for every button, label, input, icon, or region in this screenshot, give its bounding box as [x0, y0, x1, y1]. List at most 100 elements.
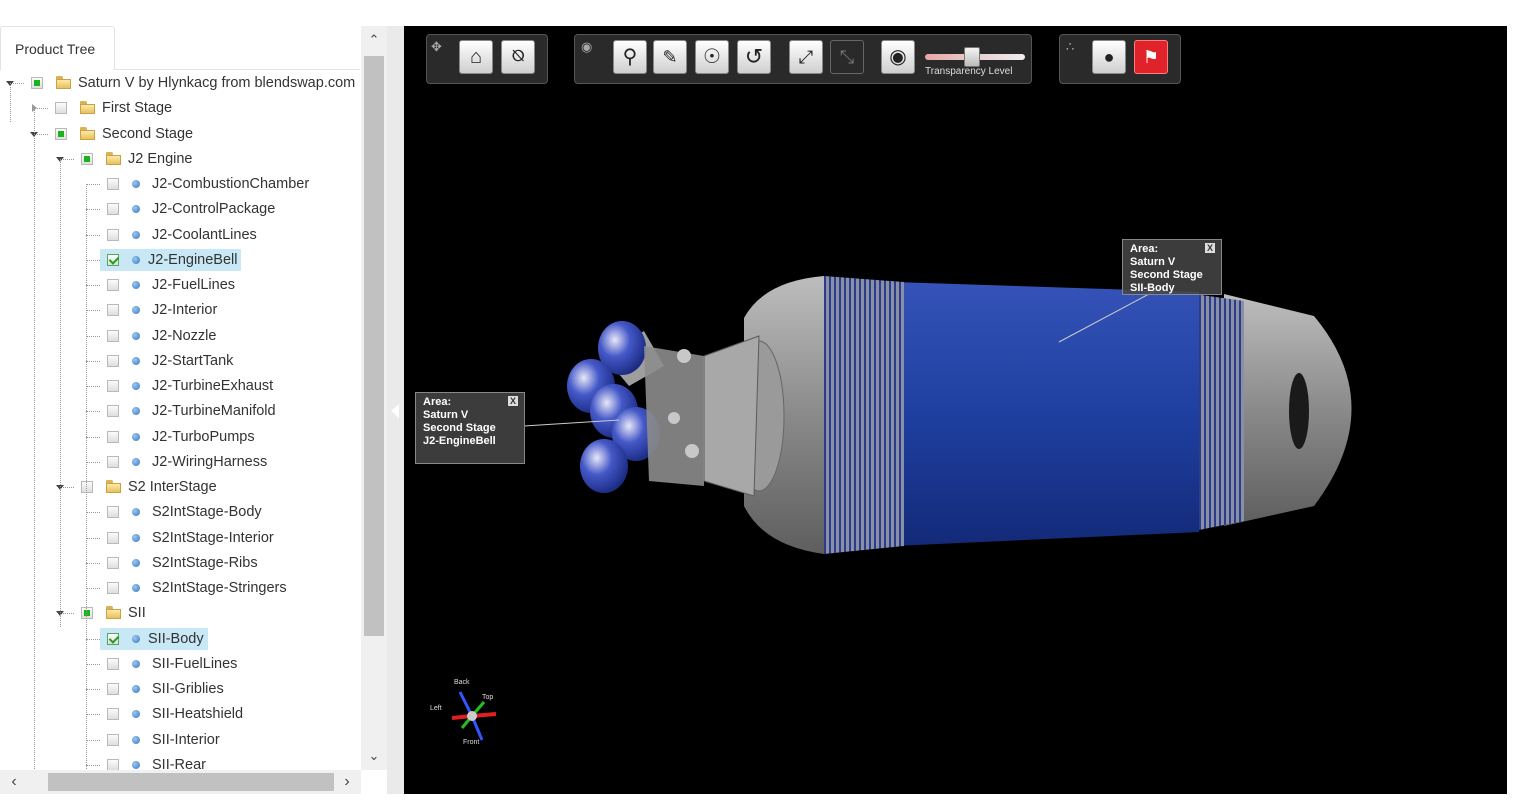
3d-viewer[interactable]: ✥ ⌂ ⦰ ◉ ⚲ ✎ ☉ ↺ ⤢ ⤡ ◉ Transparency Level… [404, 26, 1507, 794]
tree-item-label[interactable]: SII-Interior [148, 729, 224, 751]
tree-part-row[interactable]: J2-EngineBell [0, 248, 360, 271]
horizontal-scroll-thumb[interactable] [48, 773, 334, 791]
tree-item-label[interactable]: S2IntStage-Stringers [148, 577, 291, 599]
tree-part-row[interactable]: J2-StartTank [0, 350, 360, 372]
tree-item-label[interactable]: J2 Engine [124, 148, 197, 170]
scroll-down-icon[interactable]: ⌄ [364, 746, 384, 766]
tree-horizontal-scrollbar[interactable]: ‹ › [0, 770, 361, 794]
tree-part-row[interactable]: S2IntStage-Body [0, 501, 360, 523]
tree-checkbox[interactable] [31, 77, 43, 89]
tree-checkbox[interactable] [107, 632, 119, 645]
tree-folder-row[interactable]: S2 InterStage [0, 476, 360, 498]
saturn-v-model[interactable] [404, 26, 1507, 794]
tree-checkbox[interactable] [107, 683, 119, 695]
tree-item-label[interactable]: J2-Interior [148, 299, 221, 321]
tree-item-label[interactable]: S2IntStage-Interior [148, 527, 278, 549]
tree-item-label[interactable]: J2-WiringHarness [148, 451, 271, 473]
sii-body[interactable] [894, 282, 1199, 546]
tree-item-label[interactable]: J2-TurboPumps [148, 426, 259, 448]
tree-item-label[interactable]: J2-StartTank [148, 350, 237, 372]
collapse-arrow-icon[interactable] [391, 404, 399, 418]
tree-folder-row[interactable]: J2 Engine [0, 148, 360, 170]
tree-item-label[interactable]: SII-Heatshield [148, 703, 247, 725]
tab-product-tree[interactable]: Product Tree [0, 26, 115, 70]
tree-item-label[interactable]: SII-Rear [148, 754, 210, 770]
tree-part-row[interactable]: J2-TurbineExhaust [0, 375, 360, 397]
tree-item-label[interactable]: J2-FuelLines [148, 274, 239, 296]
close-icon[interactable]: X [508, 396, 518, 406]
tree-checkbox[interactable] [107, 279, 119, 291]
vertical-scroll-thumb[interactable] [364, 56, 384, 636]
front-ribbed-ring[interactable] [824, 276, 904, 554]
tree-item-label[interactable]: S2 InterStage [124, 476, 221, 498]
tree-part-row[interactable]: SII-Griblies [0, 678, 360, 700]
tree-checkbox[interactable] [55, 102, 67, 115]
tree-folder-row[interactable]: Saturn V by Hlynkacg from blendswap.com [0, 72, 360, 94]
tree-checkbox[interactable] [107, 329, 119, 342]
tree-item-label[interactable]: J2-ControlPackage [148, 198, 279, 220]
tree-checkbox[interactable] [107, 228, 119, 241]
tree-checkbox[interactable] [107, 354, 119, 367]
j2-engines[interactable] [567, 321, 704, 493]
close-icon[interactable]: X [1205, 243, 1215, 253]
tree-item-label[interactable]: J2-EngineBell [100, 248, 242, 271]
tree-checkbox[interactable] [107, 758, 119, 770]
tree-item-label[interactable]: J2-TurbineExhaust [148, 375, 277, 397]
tree-part-row[interactable]: J2-ControlPackage [0, 198, 360, 220]
panel-collapse-handle[interactable] [387, 26, 404, 794]
tree-checkbox[interactable] [107, 178, 119, 190]
tree-checkbox[interactable] [107, 733, 119, 746]
tree-item-label[interactable]: SII-FuelLines [148, 653, 241, 675]
tree-checkbox[interactable] [107, 253, 119, 266]
tree-checkbox[interactable] [107, 657, 119, 670]
tree-checkbox[interactable] [107, 304, 119, 317]
tree-part-row[interactable]: J2-FuelLines [0, 274, 360, 296]
tree-item-label[interactable]: SII-Griblies [148, 678, 228, 700]
callout-siibody[interactable]: Area: Saturn V Second Stage SII-Body X [1122, 239, 1222, 295]
tree-item-label[interactable]: First Stage [98, 97, 176, 119]
tree-item-label[interactable]: S2IntStage-Body [148, 501, 266, 523]
tree-item-label[interactable]: S2IntStage-Ribs [148, 552, 262, 574]
tree-folder-row[interactable]: Second Stage [0, 123, 360, 145]
tree-checkbox[interactable] [107, 708, 119, 721]
tree-checkbox[interactable] [81, 481, 93, 493]
tree-checkbox[interactable] [107, 531, 119, 544]
engine-nozzle[interactable] [580, 439, 628, 493]
tree-checkbox[interactable] [107, 455, 119, 468]
tree-item-label[interactable]: J2-TurbineManifold [148, 400, 280, 422]
tree-part-row[interactable]: SII-Interior [0, 729, 360, 751]
tree-part-row[interactable]: J2-TurboPumps [0, 426, 360, 448]
tree-part-row[interactable]: SII-Heatshield [0, 703, 360, 725]
tree-part-row[interactable]: J2-CoolantLines [0, 224, 360, 246]
tree-part-row[interactable]: J2-TurbineManifold [0, 400, 360, 422]
tree-part-row[interactable]: S2IntStage-Ribs [0, 552, 360, 574]
tree-part-row[interactable]: J2-Interior [0, 299, 360, 321]
tree-folder-row[interactable]: First Stage [0, 97, 360, 119]
tree-part-row[interactable]: S2IntStage-Stringers [0, 577, 360, 599]
tree-item-label[interactable]: J2-Nozzle [148, 325, 220, 347]
tree-checkbox[interactable] [107, 506, 119, 519]
tree-checkbox[interactable] [107, 380, 119, 392]
tree-checkbox[interactable] [55, 127, 67, 140]
tree-checkbox[interactable] [81, 152, 93, 165]
tree-checkbox[interactable] [107, 556, 119, 569]
tree-item-label[interactable]: SII [124, 602, 150, 624]
tree-item-label[interactable]: J2-CoolantLines [148, 224, 261, 246]
tree-checkbox[interactable] [107, 582, 119, 594]
tree-checkbox[interactable] [107, 430, 119, 443]
callout-enginebell[interactable]: Area: Saturn V Second Stage J2-EngineBel… [415, 392, 525, 464]
tree-item-label[interactable]: Second Stage [98, 123, 197, 145]
tree-checkbox[interactable] [107, 405, 119, 418]
tree-checkbox[interactable] [81, 607, 93, 620]
tree-part-row[interactable]: S2IntStage-Interior [0, 527, 360, 549]
tree-item-label[interactable]: J2-CombustionChamber [148, 173, 313, 195]
tree-part-row[interactable]: J2-CombustionChamber [0, 173, 360, 195]
tree-part-row[interactable]: SII-Rear [0, 754, 360, 770]
tree-checkbox[interactable] [107, 203, 119, 216]
scroll-right-icon[interactable]: › [337, 772, 357, 792]
tree-folder-row[interactable]: SII [0, 602, 360, 624]
tree-item-label[interactable]: Saturn V by Hlynkacg from blendswap.com [74, 72, 359, 94]
tree-part-row[interactable]: SII-Body [0, 627, 360, 650]
tree-part-row[interactable]: J2-Nozzle [0, 325, 360, 347]
tree-vertical-scrollbar[interactable]: ⌃ ⌄ [361, 26, 387, 770]
